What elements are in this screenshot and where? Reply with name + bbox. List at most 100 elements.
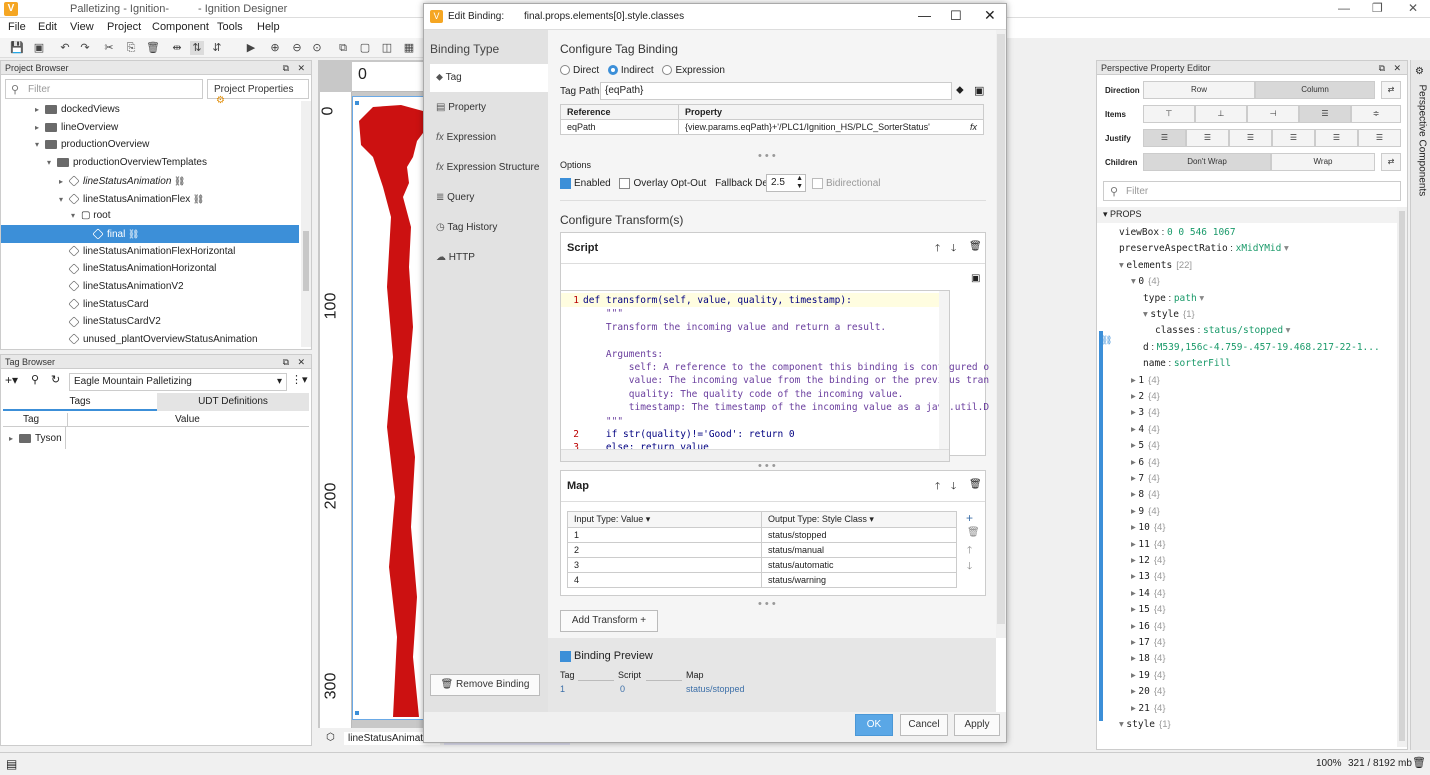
gc-icon[interactable]: 🗑 (1412, 756, 1426, 769)
tree-item[interactable]: ▾ productionOverview (1, 136, 299, 154)
wrap-button[interactable]: Wrap (1271, 153, 1375, 171)
editor-h-scrollbar[interactable] (561, 449, 949, 461)
tree-item[interactable]: ▾ ▢ root (1, 207, 299, 225)
zoom-out-icon[interactable]: ⊖ (290, 41, 304, 55)
map-output-cell[interactable]: status/automatic (761, 557, 957, 573)
panel-close-icon[interactable]: ✕ (1393, 61, 1401, 75)
tree-item[interactable]: ▸ lineOverview (1, 119, 299, 137)
layers-icon[interactable]: ▦ (402, 41, 416, 55)
distribute-icon[interactable]: ⇵ (210, 41, 224, 55)
ok-button[interactable]: OK (855, 714, 893, 736)
prop-row[interactable]: viewBox : 0 0 546 1067 (1119, 227, 1236, 238)
prop-row[interactable]: ▾ 0 {4} (1131, 276, 1160, 287)
property-filter-input[interactable]: ⚲ Filter (1103, 181, 1401, 201)
map-output-cell[interactable]: status/stopped (761, 527, 957, 543)
swap-icon[interactable]: ⇄ (1381, 81, 1401, 99)
tree-expand-icon[interactable]: ▸ (35, 119, 45, 137)
copy-icon[interactable]: ⎘ (124, 41, 138, 55)
editor-options-icon[interactable]: ▣ (971, 273, 980, 284)
map-row[interactable]: 4 status/warning (567, 572, 957, 588)
tree-item[interactable]: ▾ productionOverviewTemplates (1, 154, 299, 172)
prop-row[interactable]: ▸ 17 {4} (1131, 637, 1166, 648)
justify-evenly-icon[interactable]: ☰ (1358, 129, 1401, 147)
add-tag-icon[interactable]: +▾ (5, 373, 18, 387)
tree-item[interactable]: lineStatusAnimationFlexHorizontal (1, 243, 299, 261)
map-input-cell[interactable]: 1 (567, 527, 762, 543)
align-stretch-icon[interactable]: ☰ (1299, 105, 1351, 123)
move-up-icon[interactable]: 🡑 (935, 479, 940, 496)
prop-row[interactable]: ▸ 3 {4} (1131, 407, 1160, 418)
tree-expand-icon[interactable]: ▸ (59, 173, 69, 191)
tree-item[interactable]: final ⛓ (1, 224, 299, 243)
prop-row[interactable]: ▾ elements [22] (1119, 260, 1192, 271)
tree-item[interactable]: ▾ lineStatusAnimationFlex ⛓ (1, 190, 299, 208)
binding-type-tag-history[interactable]: ◷ Tag History (430, 214, 548, 242)
property-cell[interactable]: {view.params.eqPath}+'/PLC1/Ignition_HS/… (678, 119, 984, 135)
prop-row[interactable]: ▸ 14 {4} (1131, 588, 1166, 599)
props-section-header[interactable]: ▾ PROPS (1097, 207, 1397, 223)
panel-close-icon[interactable]: ✕ (297, 355, 305, 369)
prop-row[interactable]: ▸ 5 {4} (1131, 440, 1160, 451)
swap-icon[interactable]: ⇄ (1381, 153, 1401, 171)
overlay-checkbox[interactable]: Overlay Opt-Out (619, 178, 706, 189)
search-icon[interactable]: ⚲ (31, 373, 39, 386)
align-end-icon[interactable]: ⊣ (1247, 105, 1299, 123)
direction-row-button[interactable]: Row (1143, 81, 1255, 99)
move-down-icon[interactable]: 🡓 (967, 559, 972, 576)
tab-tags[interactable]: Tags (3, 393, 157, 411)
resize-handle[interactable]: • • • (758, 598, 776, 610)
prop-row[interactable]: d : M539,156c-4.759-.457-19.468.217-22-1… (1143, 342, 1380, 353)
tag-icon[interactable]: ⬥ (956, 84, 964, 97)
tree-item[interactable]: ▸ lineStatusAnimation ⛓ (1, 172, 299, 190)
more-options-icon[interactable]: ⋮▾ (291, 373, 308, 386)
close-icon[interactable]: ✕ (984, 7, 996, 24)
radio-expression[interactable]: Expression (662, 65, 725, 76)
prop-row[interactable]: ▸ 12 {4} (1131, 555, 1166, 566)
menu-tools[interactable]: Tools (217, 21, 243, 33)
prop-value[interactable]: 0 0 546 1067 (1167, 227, 1236, 238)
align-vertical-icon[interactable]: ⇅ (190, 41, 204, 55)
props-scrollbar[interactable] (1397, 207, 1407, 747)
frame-icon[interactable]: ▢ (358, 41, 372, 55)
add-transform-button[interactable]: Add Transform + (560, 610, 658, 632)
justify-center-icon[interactable]: ☰ (1186, 129, 1229, 147)
fallback-delay-input[interactable]: 2.5 ▲ ▼ (766, 174, 806, 192)
prop-row[interactable]: ▸ 6 {4} (1131, 457, 1160, 468)
panel-close-icon[interactable]: ✕ (297, 61, 305, 75)
editor-v-scrollbar[interactable] (939, 291, 949, 449)
sorter-shape[interactable] (353, 97, 426, 721)
map-input-cell[interactable]: 4 (567, 572, 762, 588)
tree-item[interactable]: lineStatusCard (1, 296, 299, 314)
prop-value[interactable]: xMidYMid (1236, 243, 1282, 254)
tree-item[interactable]: unused_plantOverviewStatusAnimation (1, 331, 299, 349)
maximize-icon[interactable]: ☐ (950, 8, 962, 24)
view-design-area[interactable] (352, 96, 425, 720)
map-output-cell[interactable]: status/manual (761, 542, 957, 558)
justify-end-icon[interactable]: ☰ (1229, 129, 1272, 147)
spinner-icon[interactable]: ▲ ▼ (796, 175, 803, 191)
panel-float-icon[interactable]: ⧉ (283, 355, 289, 369)
map-output-cell[interactable]: status/warning (761, 572, 957, 588)
prop-row[interactable]: type : path ▾ (1143, 293, 1204, 304)
binding-type-tag[interactable]: ⬥ Tag (430, 64, 548, 92)
menu-edit[interactable]: Edit (38, 21, 57, 33)
restore-icon[interactable]: ❐ (1372, 1, 1383, 15)
binding-type-expression[interactable]: fx Expression (430, 124, 548, 152)
map-output-header[interactable]: Output Type: Style Class ▾ (761, 511, 957, 528)
undo-icon[interactable]: ↶ (58, 41, 72, 55)
prop-row[interactable]: ▸ 18 {4} (1131, 653, 1166, 664)
project-tree-scrollbar[interactable] (301, 101, 311, 347)
panel-float-icon[interactable]: ⧉ (283, 61, 289, 75)
zoom-in-icon[interactable]: ⊕ (268, 41, 282, 55)
tag-path-input[interactable]: {eqPath} (600, 82, 952, 100)
project-properties-button[interactable]: Project Properties ⚙ (207, 79, 309, 106)
tree-expand-icon[interactable]: ▾ (71, 207, 81, 225)
chevron-down-icon[interactable]: ▾ (1283, 325, 1291, 336)
tree-expand-icon[interactable]: ▾ (35, 136, 45, 154)
menu-file[interactable]: File (8, 21, 26, 33)
prop-value[interactable]: path (1174, 293, 1197, 304)
binding-type-property[interactable]: ▤ Property (430, 94, 548, 122)
map-row[interactable]: 3 status/automatic (567, 557, 957, 573)
prop-value[interactable]: M539,156c-4.759-.457-19.468.217-22-1... (1157, 342, 1380, 353)
menu-help[interactable]: Help (257, 21, 280, 33)
